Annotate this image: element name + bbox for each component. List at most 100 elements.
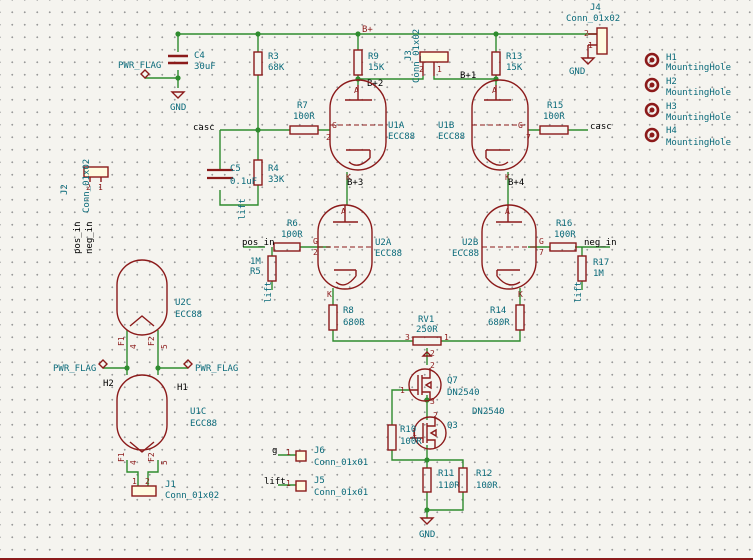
svg-text:68K: 68K bbox=[268, 63, 285, 73]
svg-text:2: 2 bbox=[145, 477, 150, 486]
svg-text:pos_in: pos_in bbox=[73, 221, 83, 254]
svg-text:U1A: U1A bbox=[388, 121, 405, 131]
svg-text:F1: F1 bbox=[117, 452, 126, 462]
resistor-r12[interactable]: R12 100R bbox=[458, 467, 498, 493]
capacitor-c5[interactable]: C5 0.1uF bbox=[207, 164, 257, 187]
mosfet-q3[interactable]: 1 2 Q3 DN2540 bbox=[410, 407, 505, 450]
resistor-r13[interactable]: R13 15K bbox=[491, 51, 523, 76]
svg-text:4: 4 bbox=[129, 344, 138, 349]
svg-text:100R: 100R bbox=[293, 112, 315, 122]
svg-text:C5: C5 bbox=[230, 164, 241, 174]
resistor-r9[interactable]: R9 15K bbox=[353, 49, 385, 76]
svg-text:ECC88: ECC88 bbox=[175, 310, 202, 320]
gnd-symbol-bottom: GND bbox=[419, 517, 435, 540]
resistor-r8[interactable]: R8 680R bbox=[328, 304, 365, 331]
resistor-r14[interactable]: R14 680R bbox=[488, 304, 525, 331]
svg-text:5: 5 bbox=[160, 344, 169, 349]
potentiometer-rv1[interactable]: 3 1 2 RV1 250R bbox=[405, 315, 449, 358]
resistor-r7[interactable]: R7 100R bbox=[289, 101, 319, 135]
svg-text:15K: 15K bbox=[506, 63, 523, 73]
svg-text:7: 7 bbox=[526, 133, 531, 142]
connector-j2[interactable]: 2 1 J2 Conn_01x02 pos_in neg_in bbox=[60, 159, 109, 254]
svg-text:Conn_01x01: Conn_01x01 bbox=[314, 488, 368, 498]
svg-text:680R: 680R bbox=[343, 318, 365, 328]
connector-j5[interactable]: lift 1 J5 Conn_01x01 bbox=[264, 476, 368, 498]
lift-label-r17: lift bbox=[574, 281, 584, 303]
svg-text:ECC88: ECC88 bbox=[375, 249, 402, 259]
svg-text:RV1: RV1 bbox=[418, 315, 434, 325]
svg-text:A: A bbox=[341, 207, 346, 216]
svg-text:Conn_01x01: Conn_01x01 bbox=[314, 458, 368, 468]
svg-text:1: 1 bbox=[286, 479, 291, 488]
svg-text:F2: F2 bbox=[147, 336, 156, 346]
mounting-hole-h3[interactable]: H3 MountingHole bbox=[644, 102, 731, 123]
lift-label-r5: lift bbox=[264, 281, 274, 303]
svg-text:1: 1 bbox=[444, 333, 449, 342]
svg-text:U1B: U1B bbox=[438, 121, 454, 131]
gnd-symbol-c4: GND bbox=[170, 91, 186, 113]
tube-u2c[interactable]: F1 F2 4 5 U2C ECC88 bbox=[116, 259, 202, 349]
svg-text:R3: R3 bbox=[268, 52, 279, 62]
resistor-r10[interactable]: R10 100R bbox=[387, 424, 422, 451]
svg-text:2: 2 bbox=[433, 411, 438, 420]
svg-text:Q7: Q7 bbox=[447, 376, 458, 386]
resistor-r16[interactable]: R16 100R bbox=[549, 219, 577, 252]
svg-text:R12: R12 bbox=[476, 469, 492, 479]
resistor-r6[interactable]: R6 100R bbox=[273, 219, 303, 252]
svg-text:H3: H3 bbox=[666, 102, 677, 112]
svg-text:R15: R15 bbox=[547, 101, 563, 111]
svg-text:Conn_01x02: Conn_01x02 bbox=[165, 491, 219, 501]
resistor-r4[interactable]: R4 33K bbox=[253, 159, 285, 186]
pwr-flag-c4: PWR_FLAG bbox=[118, 61, 161, 79]
connector-j6[interactable]: g 1 J6 Conn_01x01 bbox=[272, 446, 368, 468]
net-label-casc-right: casc bbox=[590, 122, 612, 132]
svg-text:3: 3 bbox=[405, 333, 410, 342]
svg-text:2: 2 bbox=[430, 361, 435, 370]
tube-u1a[interactable]: A G 2 K U1A ECC88 bbox=[326, 79, 415, 182]
svg-text:ECC88: ECC88 bbox=[438, 132, 465, 142]
tube-u1c[interactable]: F1 F2 4 5 U1C ECC88 bbox=[116, 374, 217, 465]
svg-text:PWR_FLAG: PWR_FLAG bbox=[53, 364, 96, 374]
svg-text:G: G bbox=[332, 121, 337, 130]
resistor-r11[interactable]: R11 110R bbox=[422, 467, 460, 493]
mounting-hole-h2[interactable]: H2 MountingHole bbox=[644, 77, 731, 98]
svg-text:2: 2 bbox=[313, 248, 318, 257]
schematic-canvas: C4 30uF PWR_FLAG GND R3 68K R4 33K C5 0.… bbox=[53, 3, 731, 540]
tube-u2b[interactable]: A G 7 K U2B ECC88 bbox=[452, 204, 544, 299]
resistor-r15[interactable]: R15 100R bbox=[539, 101, 569, 135]
svg-text:U2C: U2C bbox=[175, 298, 191, 308]
connector-j3[interactable]: 2 1 J3 Conn_01x02 bbox=[404, 29, 449, 83]
svg-text:H1: H1 bbox=[666, 53, 677, 63]
svg-text:GND: GND bbox=[569, 67, 585, 77]
svg-text:2: 2 bbox=[430, 349, 435, 358]
svg-text:H2: H2 bbox=[666, 77, 677, 87]
svg-text:K: K bbox=[327, 290, 332, 299]
resistor-r3[interactable]: R3 68K bbox=[253, 51, 285, 76]
svg-text:J1: J1 bbox=[165, 480, 176, 490]
svg-text:1: 1 bbox=[132, 477, 137, 486]
svg-text:A: A bbox=[354, 86, 359, 95]
svg-text:R13: R13 bbox=[506, 52, 522, 62]
connector-j1[interactable]: 1 2 J1 Conn_01x02 bbox=[131, 477, 219, 501]
tube-u2a[interactable]: A G 2 K U2A ECC88 bbox=[313, 204, 402, 299]
svg-text:R5: R5 bbox=[250, 267, 261, 277]
lift-label-c5: lift bbox=[238, 198, 248, 220]
net-label-h2: H2 bbox=[103, 379, 114, 389]
svg-text:100R: 100R bbox=[400, 437, 422, 447]
pwr-flag-heater-right: PWR_FLAG bbox=[183, 359, 238, 374]
svg-text:DN2540: DN2540 bbox=[447, 388, 480, 398]
bplus-label: B+ bbox=[362, 25, 373, 35]
mounting-hole-h4[interactable]: H4 MountingHole bbox=[644, 126, 731, 148]
mounting-hole-h1[interactable]: H1 MountingHole bbox=[644, 52, 731, 73]
svg-text:R4: R4 bbox=[268, 164, 279, 174]
svg-text:F1: F1 bbox=[117, 336, 126, 346]
connector-j4[interactable]: 2 1 J4 Conn_01x02 bbox=[566, 3, 620, 58]
capacitor-c4[interactable]: C4 30uF bbox=[168, 51, 216, 72]
tube-u1b[interactable]: A G 7 K U1B ECC88 bbox=[438, 79, 531, 182]
bplus4-label: B+4 bbox=[508, 178, 524, 188]
net-label-pos-in: pos_in bbox=[242, 238, 275, 248]
resistor-r5[interactable]: R5 1M bbox=[250, 255, 277, 282]
resistor-r17[interactable]: R17 1M bbox=[577, 255, 609, 282]
mosfet-q7[interactable]: 1 2 3 Q7 DN2540 bbox=[400, 361, 480, 406]
net-label-h1: H1 bbox=[177, 383, 188, 393]
